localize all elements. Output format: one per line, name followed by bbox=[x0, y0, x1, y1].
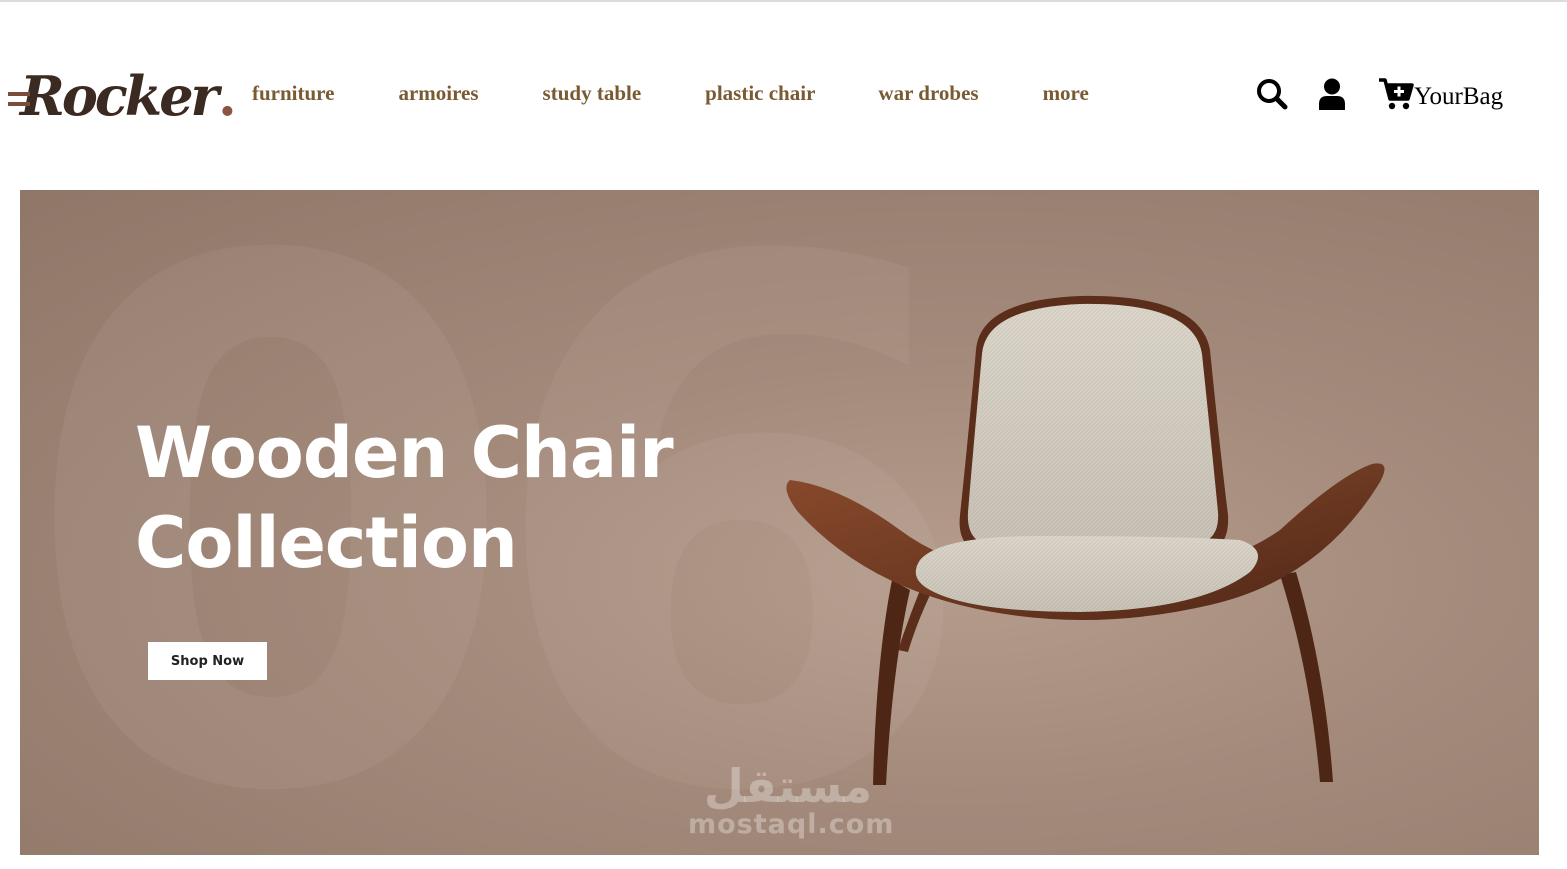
nav-item-armoires[interactable]: armoires bbox=[398, 81, 478, 106]
nav-item-study-table[interactable]: study table bbox=[543, 81, 642, 106]
wooden-chair-image bbox=[786, 295, 1385, 785]
hero-title: Wooden Chair Collection bbox=[135, 408, 674, 588]
hero-title-line-1: Wooden Chair bbox=[135, 412, 674, 494]
mostaql-watermark: مستقل mostaql.com bbox=[688, 759, 895, 840]
search-icon bbox=[1257, 79, 1288, 110]
header-actions: YourBag bbox=[1256, 74, 1503, 114]
site-logo[interactable]: Rocker . bbox=[8, 56, 237, 126]
nav-item-more[interactable]: more bbox=[1043, 81, 1089, 106]
search-button[interactable] bbox=[1256, 78, 1288, 110]
cart-plus-icon bbox=[1379, 78, 1414, 110]
nav-item-plastic-chair[interactable]: plastic chair bbox=[705, 81, 815, 106]
user-icon bbox=[1319, 78, 1345, 110]
main-nav: furniture armoires study table plastic c… bbox=[252, 78, 1089, 108]
watermark-latin: mostaql.com bbox=[688, 809, 895, 840]
logo-text: Rocker bbox=[20, 64, 219, 128]
bag-button[interactable]: YourBag bbox=[1378, 77, 1503, 111]
hero-title-line-2: Collection bbox=[135, 502, 518, 584]
bag-label: YourBag bbox=[1414, 83, 1504, 110]
nav-item-furniture[interactable]: furniture bbox=[252, 81, 334, 106]
logo-mark-icon bbox=[8, 70, 34, 126]
watermark-arabic: مستقل bbox=[703, 759, 873, 813]
hero-banner: 06 Wooden Chair Collection Shop Now مستق… bbox=[20, 190, 1539, 855]
nav-item-war-drobes[interactable]: war drobes bbox=[878, 81, 978, 106]
account-button[interactable] bbox=[1318, 78, 1346, 110]
logo-dot: . bbox=[218, 64, 237, 128]
site-header: Rocker . furniture armoires study table … bbox=[0, 2, 1567, 188]
shop-now-button[interactable]: Shop Now bbox=[148, 642, 267, 680]
